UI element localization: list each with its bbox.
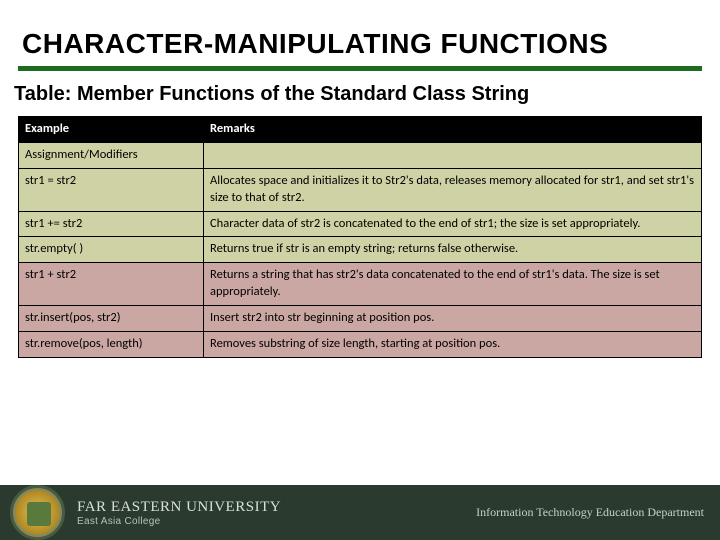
cell-example: str1 += str2 xyxy=(19,211,204,237)
university-name: FAR EASTERN UNIVERSITY xyxy=(77,499,476,516)
cell-example: str1 + str2 xyxy=(19,263,204,306)
cell-remarks: Character data of str2 is concatenated t… xyxy=(204,211,702,237)
table-row: str1 + str2 Returns a string that has st… xyxy=(19,263,702,306)
header-example: Example xyxy=(19,117,204,143)
college-name: East Asia College xyxy=(77,516,476,527)
header-remarks: Remarks xyxy=(204,117,702,143)
table-header-row: Example Remarks xyxy=(19,117,702,143)
table-row: Assignment/Modifiers xyxy=(19,142,702,168)
cell-example: Assignment/Modifiers xyxy=(19,142,204,168)
table-row: str1 += str2 Character data of str2 is c… xyxy=(19,211,702,237)
functions-table: Example Remarks Assignment/Modifiers str… xyxy=(18,116,702,358)
university-block: FAR EASTERN UNIVERSITY East Asia College xyxy=(77,499,476,527)
cell-remarks xyxy=(204,142,702,168)
table-caption: Table: Member Functions of the Standard … xyxy=(0,71,720,116)
page-title: CHARACTER-MANIPULATING FUNCTIONS xyxy=(0,0,720,66)
cell-example: str.remove(pos, length) xyxy=(19,331,204,357)
cell-example: str.empty( ) xyxy=(19,237,204,263)
cell-example: str.insert(pos, str2) xyxy=(19,306,204,332)
table-row: str1 = str2 Allocates space and initiali… xyxy=(19,168,702,211)
cell-remarks: Allocates space and initializes it to St… xyxy=(204,168,702,211)
cell-remarks: Removes substring of size length, starti… xyxy=(204,331,702,357)
table-row: str.empty( ) Returns true if str is an e… xyxy=(19,237,702,263)
department-name: Information Technology Education Departm… xyxy=(476,505,704,520)
slide: CHARACTER-MANIPULATING FUNCTIONS Table: … xyxy=(0,0,720,540)
university-seal-icon xyxy=(10,485,65,540)
table-row: str.insert(pos, str2) Insert str2 into s… xyxy=(19,306,702,332)
cell-remarks: Insert str2 into str beginning at positi… xyxy=(204,306,702,332)
cell-example: str1 = str2 xyxy=(19,168,204,211)
cell-remarks: Returns a string that has str2's data co… xyxy=(204,263,702,306)
table-row: str.remove(pos, length) Removes substrin… xyxy=(19,331,702,357)
cell-remarks: Returns true if str is an empty string; … xyxy=(204,237,702,263)
footer-bar: FAR EASTERN UNIVERSITY East Asia College… xyxy=(0,485,720,540)
